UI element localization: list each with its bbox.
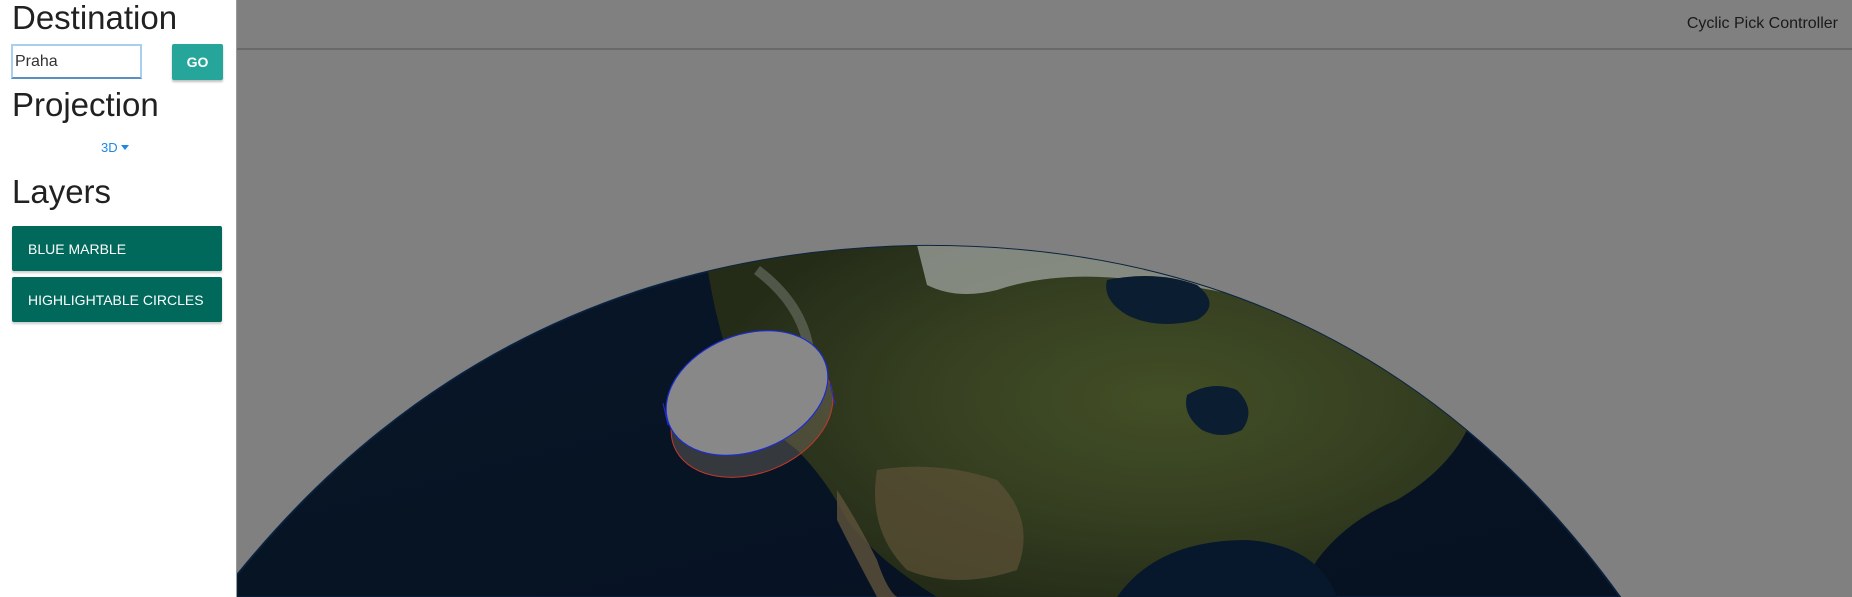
projection-selected-value: 3D [101, 140, 118, 155]
projection-heading: Projection [12, 86, 159, 123]
layer-button-blue-marble[interactable]: BLUE MARBLE [12, 226, 222, 271]
destination-heading: Destination [12, 0, 178, 36]
globe-canvas[interactable] [237, 0, 1852, 597]
go-button[interactable]: GO [172, 44, 223, 80]
projection-dropdown[interactable]: 3D [101, 140, 129, 155]
layers-heading: Layers [12, 173, 112, 210]
caret-down-icon [120, 145, 129, 150]
sidebar: Destination GO Projection 3D Layers BLUE… [0, 0, 237, 597]
destination-input[interactable] [11, 44, 142, 79]
layer-button-highlightable-circles[interactable]: HIGHLIGHTABLE CIRCLES [12, 277, 222, 322]
globe-viewport[interactable]: Cyclic Pick Controller [237, 0, 1852, 597]
globe-shade [237, 245, 1620, 597]
app-title: Cyclic Pick Controller [1686, 15, 1838, 32]
app-bar: Cyclic Pick Controller [237, 0, 1852, 50]
